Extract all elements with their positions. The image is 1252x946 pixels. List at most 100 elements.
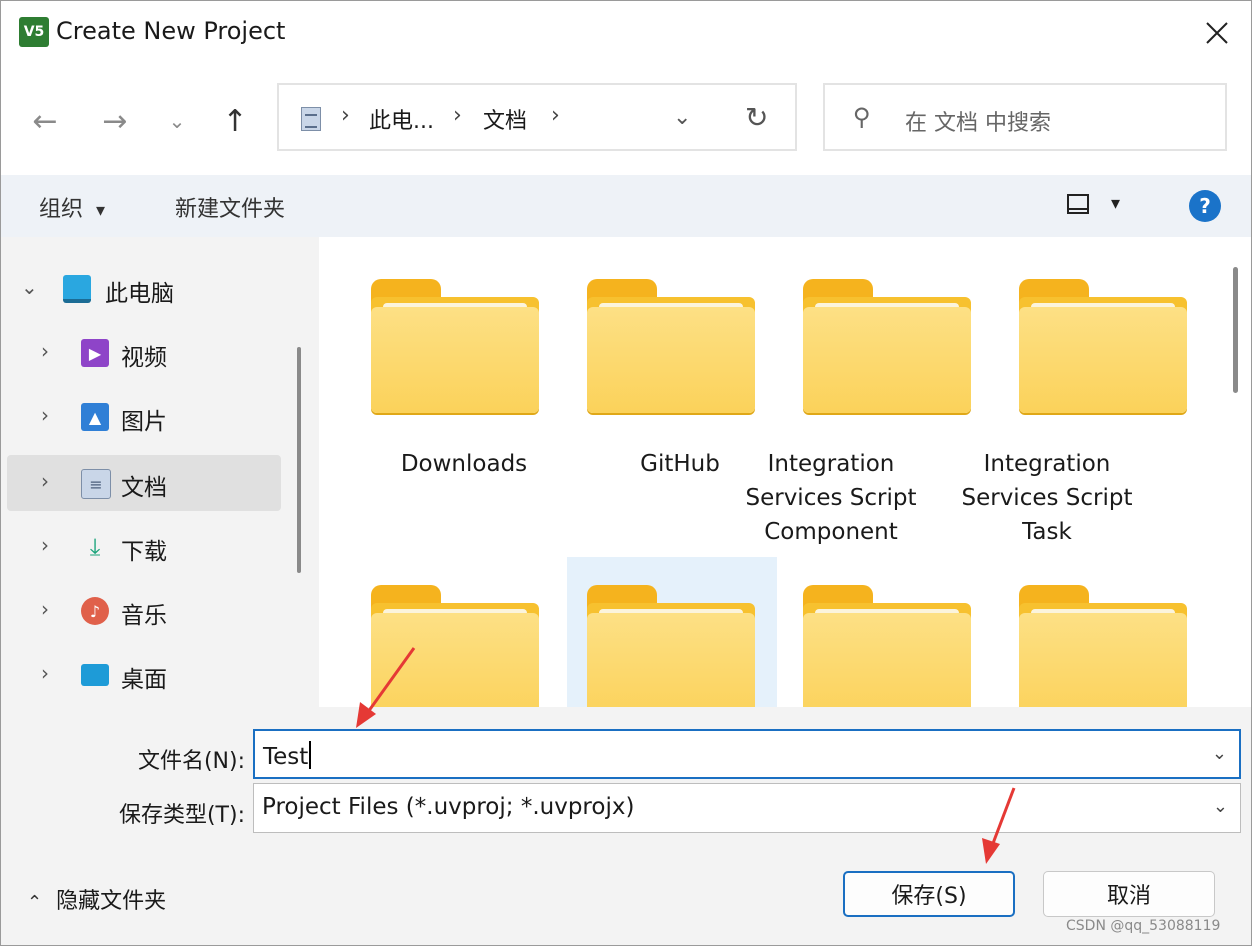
folder-item[interactable] [967, 557, 1187, 707]
forward-arrow-icon: → [102, 103, 128, 139]
save-form: 文件名(N): Test ⌄ 保存类型(T): Project Files (*… [1, 707, 1251, 945]
breadcrumb-separator: › [551, 103, 560, 128]
back-arrow-icon: ← [32, 103, 58, 139]
filename-label: 文件名(N): [137, 749, 245, 774]
hide-folders-label: 隐藏文件夹 [56, 889, 167, 914]
save-button[interactable]: 保存(S) [843, 871, 1015, 917]
dialog-title: Create New Project [56, 17, 286, 45]
computer-icon [63, 275, 91, 303]
filetype-select[interactable]: Project Files (*.uvproj; *.uvprojx) ⌄ [253, 783, 1241, 833]
chevron-right-icon[interactable]: › [41, 533, 49, 557]
folder-icon [803, 585, 971, 707]
tree-item-desktop[interactable]: › 桌面 [7, 647, 281, 703]
music-icon: ♪ [81, 597, 109, 625]
filetype-label: 保存类型(T): [118, 803, 245, 828]
documents-icon: ≡ [81, 469, 111, 499]
navigation-pane-scrollbar[interactable] [297, 347, 301, 573]
hide-folders-button[interactable]: ⌃ 隐藏文件夹 [27, 883, 166, 915]
help-icon[interactable]: ? [1189, 190, 1221, 222]
folder-item-integration-services-script-component[interactable]: Integration Services Script Component [745, 237, 971, 557]
downloads-icon: ⤓ [89, 533, 101, 561]
organize-button[interactable]: 组织 ▾ [39, 191, 105, 223]
back-button[interactable]: ← [23, 101, 67, 141]
text-caret [309, 741, 312, 769]
folder-icon [1019, 585, 1187, 707]
chevron-right-icon[interactable]: › [41, 661, 49, 685]
navigation-pane: ⌄ 此电脑 › ▶ 视频 › ▲ 图片 › ≡ 文档 › ⤓ 下载 › ♪ 音乐 [1, 237, 285, 707]
navigation-bar: ← → ⌄ ↑ › 此电... › 文档 › ⌄ ↻ ⚲ 在 文档 中搜索 [1, 65, 1251, 175]
search-box[interactable]: ⚲ 在 文档 中搜索 [823, 83, 1227, 151]
chevron-down-icon[interactable]: ⌄ [21, 275, 38, 299]
new-folder-button[interactable]: 新建文件夹 [175, 191, 285, 223]
breadcrumb-this-pc[interactable]: 此电... [369, 103, 434, 135]
chevron-right-icon[interactable]: › [41, 403, 49, 427]
file-list-scrollbar[interactable] [1233, 267, 1238, 393]
folder-item-github[interactable]: GitHub [535, 237, 755, 557]
breadcrumb-separator: › [453, 103, 462, 128]
view-mode-icon[interactable] [1067, 194, 1089, 214]
folder-item-downloads[interactable]: Downloads [319, 237, 539, 557]
chevron-down-icon: ⌄ [1212, 796, 1228, 817]
refresh-icon[interactable]: ↻ [745, 101, 768, 134]
tree-label-downloads: 下载 [121, 539, 167, 565]
search-icon: ⚲ [853, 103, 871, 131]
desktop-icon [81, 664, 109, 686]
tree-label-music: 音乐 [121, 603, 167, 629]
chevron-up-icon: ⌃ [27, 892, 43, 913]
folder-item-integration-services-script-task[interactable]: Integration Services Script Task [961, 237, 1187, 557]
chevron-down-icon: ⌄ [168, 109, 186, 133]
pictures-icon: ▲ [81, 403, 109, 431]
folder-icon [1019, 279, 1187, 413]
documents-location-icon [301, 107, 321, 131]
address-history-dropdown-icon[interactable]: ⌄ [673, 105, 691, 130]
csdn-watermark: CSDN @qq_53088119 [1066, 918, 1221, 934]
search-placeholder: 在 文档 中搜索 [905, 111, 1051, 136]
tree-label-desktop: 桌面 [121, 667, 167, 693]
chevron-right-icon[interactable]: › [41, 597, 49, 621]
folder-icon [371, 585, 539, 707]
tree-item-videos[interactable]: › ▶ 视频 [7, 325, 281, 381]
folder-label: Integration Services Script Component [745, 451, 917, 545]
tree-label-documents: 文档 [121, 475, 167, 501]
organize-label: 组织 [39, 197, 84, 222]
folder-item-selected[interactable] [567, 557, 777, 707]
title-bar: V5 Create New Project [1, 1, 1251, 65]
folder-item[interactable] [319, 557, 539, 707]
recent-locations-button[interactable]: ⌄ [155, 101, 199, 141]
folder-icon [371, 279, 539, 413]
videos-icon: ▶ [81, 339, 109, 367]
folder-icon [803, 279, 971, 413]
caret-down-icon: ▾ [96, 200, 106, 221]
cancel-button[interactable]: 取消 [1043, 871, 1215, 917]
forward-button[interactable]: → [93, 101, 137, 141]
chevron-down-icon[interactable]: ⌄ [1212, 743, 1227, 764]
breadcrumb-documents[interactable]: 文档 [483, 103, 527, 135]
save-dialog: V5 Create New Project ← → ⌄ ↑ › 此电... › … [0, 0, 1252, 946]
folder-icon [587, 279, 755, 413]
folder-item[interactable] [751, 557, 971, 707]
tree-item-downloads[interactable]: › ⤓ 下载 [7, 519, 281, 575]
tree-label-videos: 视频 [121, 345, 167, 371]
close-icon [1206, 22, 1228, 44]
folder-label: Integration Services Script Task [961, 451, 1133, 545]
tree-item-documents[interactable]: › ≡ 文档 [7, 455, 281, 511]
chevron-right-icon[interactable]: › [41, 469, 49, 493]
address-bar[interactable]: › 此电... › 文档 › ⌄ ↻ [277, 83, 797, 151]
tree-label-pictures: 图片 [121, 409, 167, 435]
chevron-right-icon[interactable]: › [41, 339, 49, 363]
file-list: Downloads GitHub Integration Services Sc… [319, 237, 1251, 707]
folder-icon [587, 585, 755, 707]
tree-item-music[interactable]: › ♪ 音乐 [7, 583, 281, 639]
tree-item-this-pc[interactable]: ⌄ 此电脑 [7, 261, 281, 317]
view-options-caret-icon[interactable]: ▾ [1111, 193, 1120, 214]
filename-input[interactable]: Test ⌄ [253, 729, 1241, 779]
command-bar: 组织 ▾ 新建文件夹 ▾ ? [1, 175, 1251, 237]
tree-label-this-pc: 此电脑 [105, 281, 174, 307]
keil-app-icon: V5 [19, 17, 49, 47]
up-arrow-icon: ↑ [222, 103, 248, 139]
breadcrumb-separator: › [341, 103, 350, 128]
filetype-value: Project Files (*.uvproj; *.uvprojx) [262, 794, 635, 820]
tree-item-pictures[interactable]: › ▲ 图片 [7, 389, 281, 445]
up-button[interactable]: ↑ [213, 101, 257, 141]
close-button[interactable] [1199, 15, 1235, 51]
